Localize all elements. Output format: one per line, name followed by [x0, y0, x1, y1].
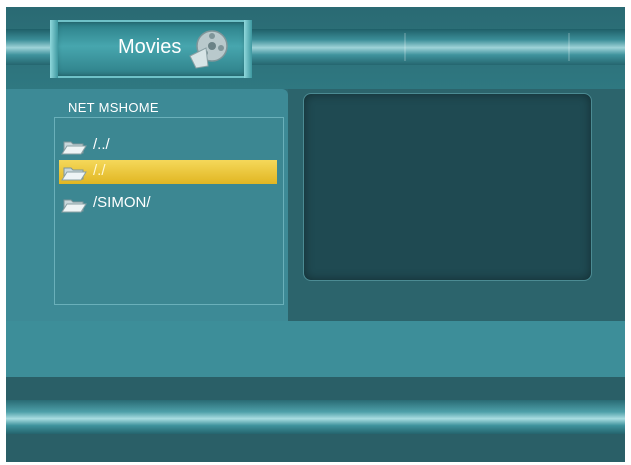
list-item[interactable]: /../: [59, 134, 277, 158]
file-list[interactable]: /../ /./ /SIMON/: [54, 117, 284, 305]
preview-window: [303, 93, 592, 281]
list-item-label: /SIMON/: [93, 194, 151, 211]
page-title: Movies: [118, 36, 182, 58]
film-reel-icon: [189, 30, 228, 69]
title-tab-left-cap: [50, 20, 58, 78]
list-item[interactable]: /./: [59, 160, 277, 184]
section-title-tab: Movies: [50, 20, 252, 78]
list-item[interactable]: /SIMON/: [59, 192, 277, 216]
list-item-label: /../: [93, 136, 110, 153]
title-tab-right-cap: [244, 20, 252, 78]
current-path-label: NET MSHOME: [68, 100, 159, 115]
footer-rail: [6, 400, 625, 434]
folder-icon: [61, 167, 87, 181]
list-item-label: /./: [93, 162, 106, 179]
folder-icon: [61, 199, 87, 213]
lower-band: [6, 321, 625, 377]
folder-icon: [61, 141, 87, 155]
header-rail-divider: [404, 33, 406, 61]
header-rail-divider: [568, 33, 570, 61]
media-player-screen: Movies NET MSHOME /../ /./ /SIMON/: [6, 7, 625, 462]
